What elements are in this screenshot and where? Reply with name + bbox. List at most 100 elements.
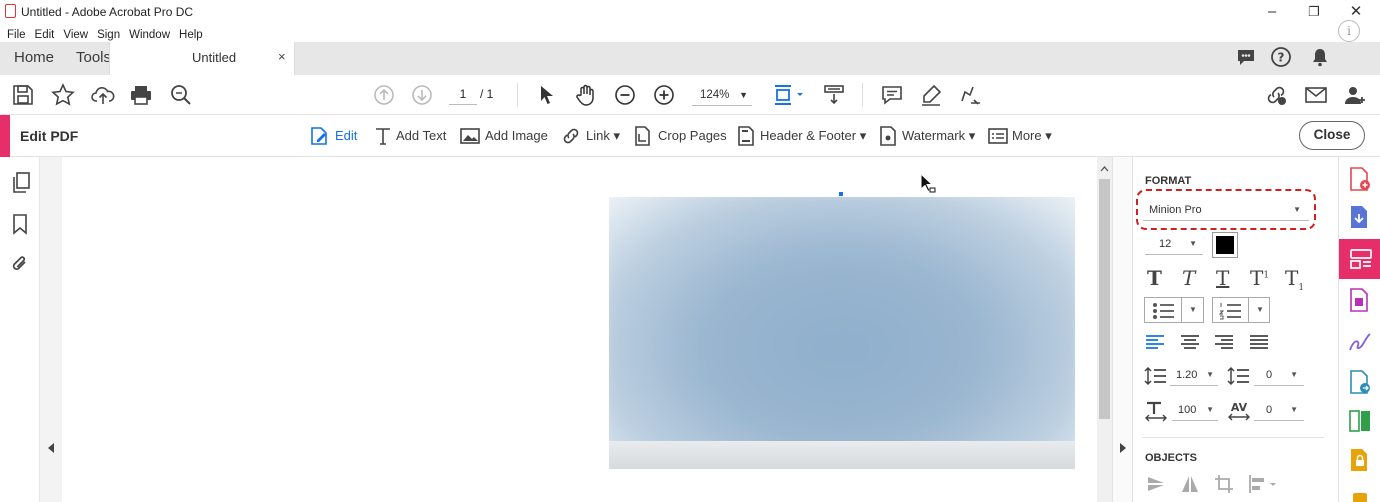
comment-bubble-icon[interactable] bbox=[1235, 46, 1257, 68]
subscript-icon[interactable]: T1 bbox=[1285, 266, 1304, 293]
highlight-pen-icon[interactable] bbox=[919, 83, 943, 107]
menu-help[interactable]: Help bbox=[179, 29, 203, 41]
menu-edit[interactable]: Edit bbox=[35, 29, 55, 41]
export-pdf-icon[interactable] bbox=[1347, 204, 1373, 230]
panel-divider bbox=[1142, 437, 1324, 438]
page-number-input[interactable]: 1 bbox=[449, 83, 477, 105]
maximize-button[interactable]: ❐ bbox=[1294, 2, 1334, 22]
paragraph-spacing-select[interactable]: 0 ▼ bbox=[1254, 365, 1304, 386]
watermark-button[interactable]: Watermark ▾ bbox=[878, 125, 975, 147]
attachments-paperclip-icon[interactable] bbox=[10, 253, 30, 275]
font-color-picker[interactable] bbox=[1212, 232, 1238, 258]
select-arrow-icon[interactable] bbox=[535, 83, 559, 107]
notifications-bell-icon[interactable] bbox=[1309, 46, 1331, 68]
header-footer-button[interactable]: Header & Footer ▾ bbox=[736, 125, 866, 147]
scroll-up-arrow-icon[interactable] bbox=[1100, 165, 1109, 173]
search-icon[interactable] bbox=[169, 83, 193, 107]
menu-sign[interactable]: Sign bbox=[97, 29, 120, 41]
organize-pages-icon[interactable] bbox=[1347, 287, 1373, 313]
zoom-in-icon[interactable] bbox=[652, 83, 676, 107]
font-size-select[interactable]: 12 ▼ bbox=[1145, 234, 1203, 255]
expand-left-icon[interactable] bbox=[46, 442, 56, 454]
blurred-image[interactable] bbox=[609, 197, 1075, 469]
combine-files-icon[interactable] bbox=[1347, 408, 1373, 434]
character-spacing-value: 0 bbox=[1266, 404, 1273, 416]
more-tools-icon[interactable] bbox=[1353, 493, 1367, 502]
bookmarks-icon[interactable] bbox=[12, 213, 28, 235]
line-spacing-select[interactable]: 1.20 ▼ bbox=[1170, 365, 1218, 386]
highlight-annotation bbox=[1136, 189, 1316, 230]
fill-sign-icon[interactable] bbox=[1347, 328, 1373, 354]
italic-icon[interactable]: T bbox=[1182, 266, 1195, 290]
add-image-button[interactable]: Add Image bbox=[460, 125, 548, 147]
flip-horizontal-icon[interactable] bbox=[1180, 474, 1200, 494]
align-right-icon[interactable] bbox=[1215, 335, 1233, 349]
character-spacing-icon[interactable]: AV bbox=[1227, 400, 1251, 422]
bookmark-star-icon[interactable] bbox=[51, 83, 75, 107]
bullet-list-dropdown[interactable]: ▼ bbox=[1144, 297, 1204, 323]
chevron-down-icon: ▼ bbox=[1189, 239, 1197, 248]
sign-icon[interactable] bbox=[958, 83, 982, 107]
upload-cloud-icon[interactable] bbox=[91, 83, 115, 107]
selection-handle[interactable] bbox=[839, 192, 843, 196]
share-link-icon[interactable] bbox=[1264, 83, 1288, 107]
edit-pdf-tool-active[interactable] bbox=[1339, 239, 1380, 279]
flip-vertical-icon[interactable] bbox=[1146, 474, 1166, 494]
page-thumbnails-icon[interactable] bbox=[11, 172, 31, 194]
tab-home[interactable]: Home bbox=[14, 42, 54, 75]
send-for-signature-icon[interactable] bbox=[1347, 369, 1373, 395]
numbered-list-dropdown[interactable]: ▼ bbox=[1212, 297, 1270, 323]
scroll-mode-icon[interactable] bbox=[822, 83, 846, 107]
save-icon[interactable] bbox=[11, 83, 35, 107]
superscript-icon[interactable]: T1 bbox=[1250, 266, 1269, 290]
hand-tool-icon[interactable] bbox=[574, 83, 598, 107]
crop-pages-button[interactable]: Crop Pages bbox=[633, 125, 727, 147]
info-icon[interactable]: i bbox=[1338, 20, 1360, 42]
print-icon[interactable] bbox=[129, 83, 153, 107]
left-panel-collapse[interactable] bbox=[40, 157, 62, 502]
right-panel-collapse[interactable] bbox=[1112, 157, 1132, 502]
collapse-right-icon[interactable] bbox=[1118, 442, 1128, 454]
menu-file[interactable]: File bbox=[7, 29, 26, 41]
chevron-down-icon: ▼ bbox=[1290, 370, 1298, 379]
bold-icon[interactable]: T bbox=[1147, 266, 1162, 290]
zoom-out-icon[interactable] bbox=[613, 83, 637, 107]
minimize-button[interactable]: – bbox=[1252, 2, 1292, 22]
menu-window[interactable]: Window bbox=[129, 29, 170, 41]
align-objects-icon[interactable] bbox=[1248, 474, 1278, 494]
dropdown-divider bbox=[1181, 298, 1182, 322]
crop-image-icon[interactable] bbox=[1214, 474, 1234, 494]
tab-tools[interactable]: Tools bbox=[76, 42, 111, 75]
next-page-icon[interactable] bbox=[410, 83, 434, 107]
align-left-icon[interactable] bbox=[1146, 335, 1164, 349]
menu-view[interactable]: View bbox=[63, 29, 88, 41]
close-edit-button[interactable]: Close bbox=[1299, 121, 1365, 150]
zoom-level-select[interactable]: 124% ▼ bbox=[692, 84, 752, 106]
paragraph-spacing-icon[interactable] bbox=[1227, 366, 1249, 386]
more-button[interactable]: More ▾ bbox=[988, 125, 1054, 147]
previous-page-icon[interactable] bbox=[372, 83, 396, 107]
help-icon[interactable]: ? bbox=[1270, 46, 1292, 68]
tab-document[interactable]: Untitled × bbox=[109, 42, 295, 75]
add-text-button[interactable]: Add Text bbox=[374, 125, 446, 147]
align-center-icon[interactable] bbox=[1181, 335, 1199, 349]
title-bar: Untitled - Adobe Acrobat Pro DC – ❐ ✕ bbox=[0, 0, 1380, 24]
align-justify-icon[interactable] bbox=[1250, 335, 1268, 349]
comment-icon[interactable] bbox=[880, 83, 904, 107]
add-user-icon[interactable] bbox=[1343, 83, 1367, 107]
vertical-scrollbar[interactable] bbox=[1097, 157, 1112, 502]
scrollbar-thumb[interactable] bbox=[1099, 179, 1110, 419]
underline-icon[interactable]: T bbox=[1216, 266, 1229, 290]
close-window-button[interactable]: ✕ bbox=[1336, 2, 1376, 22]
email-icon[interactable] bbox=[1304, 83, 1328, 107]
edit-button[interactable]: Edit bbox=[309, 125, 359, 147]
horizontal-scale-icon[interactable] bbox=[1144, 400, 1168, 422]
link-button[interactable]: Link ▾ bbox=[561, 125, 621, 147]
character-spacing-select[interactable]: 0 ▼ bbox=[1254, 400, 1304, 421]
horizontal-scale-select[interactable]: 100 ▼ bbox=[1172, 400, 1218, 421]
protect-pdf-icon[interactable] bbox=[1347, 447, 1373, 473]
tab-close-icon[interactable]: × bbox=[278, 49, 286, 64]
line-spacing-icon[interactable] bbox=[1144, 366, 1166, 386]
page-view-icon[interactable] bbox=[772, 83, 806, 107]
create-pdf-icon[interactable] bbox=[1347, 166, 1373, 192]
